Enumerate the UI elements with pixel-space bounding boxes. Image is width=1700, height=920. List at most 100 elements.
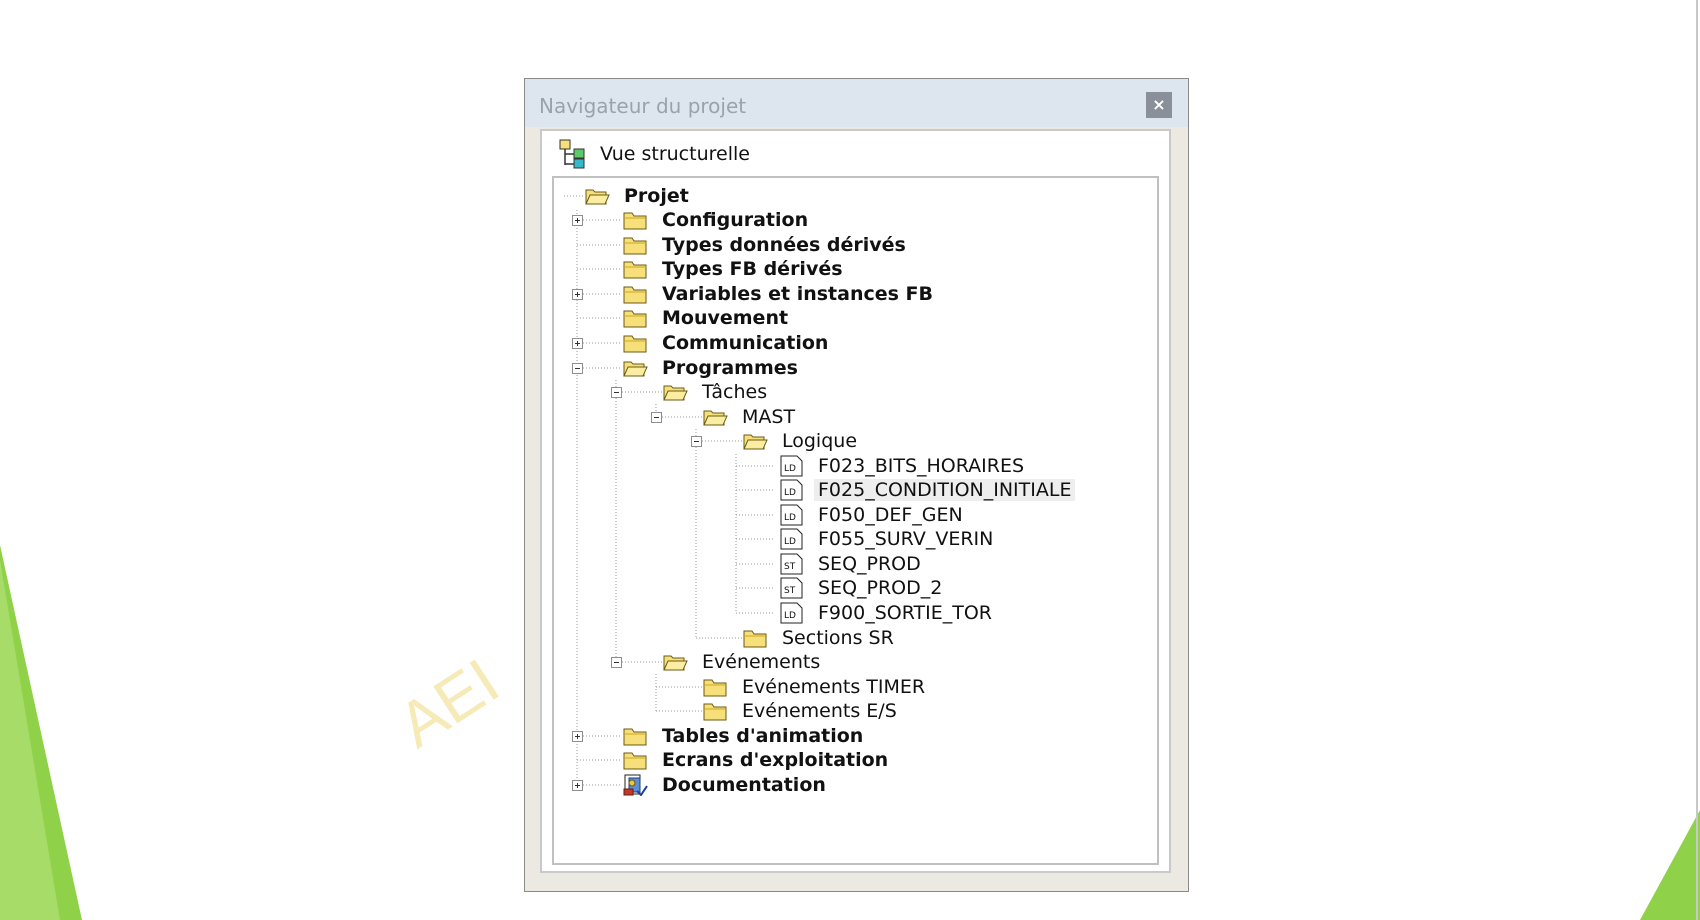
tree-node-communication[interactable]: Communication (622, 331, 828, 355)
green-accent-left (0, 545, 82, 920)
tree-node-label: Evénements TIMER (742, 676, 926, 698)
open-folder-icon (663, 385, 688, 401)
tree-node-ev-es[interactable]: Evénements E/S (702, 699, 897, 723)
tree-node-label-selected: F025_CONDITION_INITIALE (814, 479, 1076, 501)
folder-icon (623, 752, 647, 770)
tree-node-types-fb[interactable]: Types FB dérivés (622, 257, 843, 281)
open-folder-icon (623, 361, 648, 377)
open-folder-icon (663, 655, 688, 671)
collapse-toggle-logique[interactable] (691, 436, 702, 447)
ld-section-icon: LD (780, 479, 803, 501)
expand-toggle-configuration[interactable] (572, 215, 583, 226)
expand-toggle-tables[interactable] (572, 731, 583, 742)
svg-text:ST: ST (784, 586, 796, 596)
tree-node-f055[interactable]: LD F055_SURV_VERIN (778, 527, 993, 551)
folder-icon (623, 237, 647, 255)
tree-node-label: F900_SORTIE_TOR (818, 602, 993, 624)
tree-node-types-donnees[interactable]: Types données dérivés (622, 233, 906, 257)
tree-node-ev-timer[interactable]: Evénements TIMER (702, 675, 925, 699)
close-button[interactable]: × (1146, 92, 1172, 118)
tree-node-configuration[interactable]: Configuration (622, 208, 808, 232)
tree-node-label: Programmes (662, 357, 798, 379)
right-edge-line (1696, 0, 1698, 920)
window-title: Navigateur du projet (539, 94, 747, 118)
tree-node-logique[interactable]: Logique (742, 429, 857, 453)
folder-icon (623, 335, 647, 353)
navigator-panel: Vue structurelle Projet Configuration Ty… (540, 129, 1171, 873)
svg-text:LD: LD (784, 537, 796, 547)
tree-node-label: Logique (782, 430, 858, 452)
tree-node-label: Variables et instances FB (662, 283, 934, 305)
open-folder-icon (585, 189, 610, 205)
tree-node-f023[interactable]: LD F023_BITS_HORAIRES (778, 454, 1024, 478)
tree-node-label: Ecrans d'exploitation (662, 749, 889, 771)
tree-node-label: Configuration (662, 209, 809, 231)
tree-node-label: Communication (662, 332, 829, 354)
collapse-toggle-programmes[interactable] (572, 363, 583, 374)
tree-node-label: SEQ_PROD_2 (818, 577, 943, 599)
tree-node-seq-prod[interactable]: ST SEQ_PROD (778, 552, 921, 576)
project-navigator-window: Navigateur du projet × Vue structurelle (524, 78, 1189, 892)
tree-node-tables[interactable]: Tables d'animation (622, 724, 863, 748)
tree-node-evenements[interactable]: Evénements (662, 650, 820, 674)
folder-icon (743, 630, 767, 648)
open-folder-icon (743, 434, 768, 450)
tree-node-variables[interactable]: Variables et instances FB (622, 282, 933, 306)
svg-text:ST: ST (784, 562, 796, 572)
green-accent-right (1640, 810, 1700, 920)
open-folder-icon (703, 410, 728, 426)
tree-node-seq-prod-2[interactable]: ST SEQ_PROD_2 (778, 576, 942, 600)
tree-node-label: Sections SR (782, 627, 894, 649)
project-tree: Projet Configuration Types données dériv… (552, 176, 1159, 865)
expand-toggle-communication[interactable] (572, 338, 583, 349)
expand-toggle-documentation[interactable] (572, 780, 583, 791)
tree-node-label: Evénements (702, 651, 821, 673)
tree-node-mast[interactable]: MAST (702, 405, 795, 429)
tree-node-label: Mouvement (662, 307, 789, 329)
folder-icon (623, 261, 647, 279)
st-section-icon: ST (780, 577, 803, 599)
svg-text:LD: LD (784, 513, 796, 523)
svg-text:LD: LD (784, 488, 796, 498)
tree-node-label: F055_SURV_VERIN (818, 528, 994, 550)
tree-node-f025[interactable]: LD F025_CONDITION_INITIALE (778, 478, 1076, 502)
folder-icon (703, 679, 727, 697)
tree-node-label: Evénements E/S (742, 700, 897, 722)
tree-node-label: Projet (624, 185, 689, 207)
tree-node-label: Tables d'animation (662, 725, 864, 747)
tree-node-label: MAST (742, 406, 796, 428)
tree-node-f050[interactable]: LD F050_DEF_GEN (778, 503, 963, 527)
ld-section-icon: LD (780, 455, 803, 477)
tree-node-programmes[interactable]: Programmes (622, 356, 798, 380)
watermark-text: AEI (385, 644, 512, 762)
collapse-toggle-taches[interactable] (611, 387, 622, 398)
tree-node-ecrans[interactable]: Ecrans d'exploitation (622, 748, 888, 772)
tree-node-label: F050_DEF_GEN (818, 504, 963, 526)
ld-section-icon: LD (780, 504, 803, 526)
structural-view-label: Vue structurelle (600, 143, 750, 165)
st-section-icon: ST (780, 553, 803, 575)
tree-node-label: Tâches (702, 381, 768, 403)
svg-text:LD: LD (784, 464, 796, 474)
ld-section-icon: LD (780, 602, 803, 624)
tree-node-label: SEQ_PROD (818, 553, 921, 575)
tree-node-mouvement[interactable]: Mouvement (622, 306, 788, 330)
svg-text:LD: LD (784, 611, 796, 621)
collapse-toggle-evenements[interactable] (611, 657, 622, 668)
folder-icon (623, 728, 647, 746)
collapse-toggle-mast[interactable] (651, 412, 662, 423)
title-bar[interactable]: Navigateur du projet × (525, 79, 1188, 127)
tree-node-taches[interactable]: Tâches (662, 380, 767, 404)
tree-node-label: Types données dérivés (662, 234, 906, 256)
tree-node-documentation[interactable]: Documentation (622, 773, 826, 797)
tree-node-label: Types FB dérivés (662, 258, 843, 280)
ld-section-icon: LD (780, 528, 803, 550)
folder-icon (703, 703, 727, 721)
folder-icon (623, 212, 647, 230)
tree-node-f900[interactable]: LD F900_SORTIE_TOR (778, 601, 992, 625)
expand-toggle-variables[interactable] (572, 289, 583, 300)
tree-node-projet[interactable]: Projet (584, 184, 689, 208)
tree-node-sections-sr[interactable]: Sections SR (742, 626, 894, 650)
documentation-icon (623, 774, 648, 796)
folder-icon (623, 310, 647, 328)
